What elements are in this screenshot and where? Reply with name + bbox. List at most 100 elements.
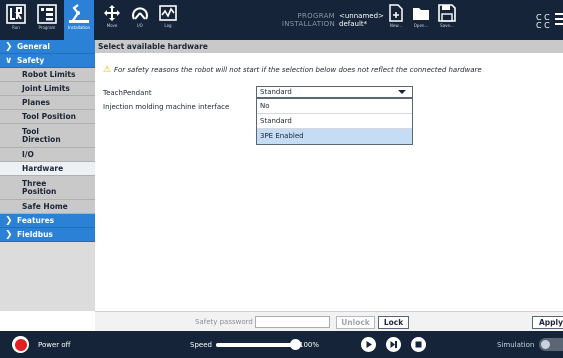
sidebar-item-planes[interactable]: Planes bbox=[0, 96, 95, 110]
installation-sidebar: ❯ General ∨ Safety Robot Limits Joint Li… bbox=[0, 40, 95, 311]
sidebar-item-tool-direction[interactable]: Tool Direction bbox=[0, 124, 95, 148]
sidebar-item-label: Safe Home bbox=[22, 202, 68, 211]
run-tab[interactable]: Run bbox=[2, 0, 30, 40]
new-button-label: New... bbox=[389, 23, 403, 28]
apply-button[interactable]: Apply bbox=[532, 316, 563, 329]
speed-slider[interactable] bbox=[216, 339, 301, 350]
option-standard[interactable]: Standard bbox=[257, 114, 412, 129]
speed-value: 100% bbox=[299, 341, 320, 349]
teachpendant-dropdown: No Standard 3PE Enabled bbox=[256, 98, 413, 145]
chevron-right-icon: ❯ bbox=[5, 215, 13, 226]
installation-value: default* bbox=[339, 20, 368, 28]
power-status-icon bbox=[14, 338, 27, 351]
stop-icon bbox=[415, 341, 422, 348]
play-icon bbox=[366, 341, 372, 348]
unlock-button[interactable]: Unlock bbox=[336, 316, 375, 329]
simulation-toggle-knob bbox=[541, 340, 550, 349]
app-window: Run Program Installation Move I/O Log PR… bbox=[0, 0, 563, 358]
robot-logo-icon bbox=[6, 4, 26, 24]
option-3pe-enabled[interactable]: 3PE Enabled bbox=[257, 129, 412, 144]
option-no[interactable]: No bbox=[257, 99, 412, 114]
safety-notice: ⚠ For safety reasons the robot will not … bbox=[103, 65, 482, 75]
sidebar-item-label: Planes bbox=[22, 98, 51, 107]
installation-tab[interactable]: Installation bbox=[64, 0, 94, 40]
program-tab[interactable]: Program bbox=[33, 0, 61, 40]
cc-indicator: C CC C bbox=[536, 13, 550, 30]
chevron-right-icon: ❯ bbox=[5, 229, 13, 240]
power-button[interactable] bbox=[12, 336, 29, 353]
speed-slider-fill bbox=[216, 343, 296, 347]
sidebar-item-label: I/O bbox=[22, 150, 34, 159]
installation-key: INSTALLATION bbox=[281, 20, 335, 28]
chevron-down-icon bbox=[398, 90, 406, 94]
sidebar-item-fieldbus[interactable]: ❯ Fieldbus bbox=[0, 228, 95, 242]
move-icon bbox=[104, 5, 120, 21]
program-icon bbox=[37, 4, 57, 24]
sidebar-item-label: General bbox=[17, 42, 50, 51]
sidebar-item-label: Robot Limits bbox=[22, 70, 76, 79]
play-button[interactable] bbox=[361, 337, 376, 352]
sidebar-item-io[interactable]: I/O bbox=[0, 148, 95, 162]
sidebar-item-safe-home[interactable]: Safe Home bbox=[0, 200, 95, 214]
chevron-down-icon: ∨ bbox=[5, 55, 13, 66]
installation-tab-label: Installation bbox=[67, 25, 91, 30]
speed-label: Speed bbox=[190, 341, 212, 349]
sidebar-item-label: Three Position bbox=[22, 178, 57, 196]
new-file-icon bbox=[389, 4, 403, 22]
program-value: <unnamed> bbox=[339, 12, 384, 20]
sidebar-item-label: Tool Position bbox=[22, 112, 76, 121]
select-value: Standard bbox=[260, 88, 292, 96]
installation-icon bbox=[69, 4, 89, 23]
step-button[interactable] bbox=[386, 337, 401, 352]
step-icon bbox=[390, 341, 397, 348]
hamburger-menu[interactable] bbox=[553, 10, 563, 31]
teachpendant-select[interactable]: Standard bbox=[256, 86, 413, 98]
sidebar-item-label: Features bbox=[17, 216, 55, 225]
open-folder-icon bbox=[413, 8, 429, 20]
hardware-panel: Select available hardware ⚠ For safety r… bbox=[95, 40, 563, 311]
sidebar-item-joint-limits[interactable]: Joint Limits bbox=[0, 82, 95, 96]
hamburger-icon bbox=[555, 13, 563, 25]
save-button[interactable]: Save... bbox=[436, 0, 458, 40]
page-title: Select available hardware bbox=[95, 40, 563, 53]
warning-icon: ⚠ bbox=[103, 65, 112, 75]
safety-notice-text: For safety reasons the robot will not st… bbox=[114, 66, 482, 74]
sidebar-item-three-position[interactable]: Three Position bbox=[0, 176, 95, 200]
program-key: PROGRAM bbox=[297, 12, 335, 20]
stop-button[interactable] bbox=[411, 337, 426, 352]
program-tab-label: Program bbox=[38, 25, 56, 30]
open-button-label: Open... bbox=[413, 23, 429, 28]
bottom-bar: Power off Speed 100% Simulation bbox=[0, 331, 563, 358]
top-bar: Run Program Installation Move I/O Log PR… bbox=[0, 0, 563, 40]
sidebar-item-safety[interactable]: ∨ Safety bbox=[0, 54, 95, 68]
io-icon bbox=[132, 7, 148, 20]
io-tab[interactable]: I/O bbox=[129, 0, 151, 40]
power-label: Power off bbox=[38, 341, 71, 349]
sidebar-item-hardware[interactable]: Hardware bbox=[0, 162, 95, 176]
simulation-toggle[interactable] bbox=[539, 338, 563, 351]
move-tab-label: Move bbox=[106, 23, 118, 28]
sidebar-item-general[interactable]: ❯ General bbox=[0, 40, 95, 54]
sidebar-item-label: Tool Direction bbox=[22, 126, 61, 144]
injection-molding-label: Injection molding machine interface bbox=[103, 103, 230, 111]
lock-button[interactable]: Lock bbox=[378, 316, 409, 329]
chevron-right-icon: ❯ bbox=[5, 41, 13, 52]
move-tab[interactable]: Move bbox=[101, 0, 123, 40]
safety-password-input[interactable] bbox=[255, 316, 330, 328]
sidebar-item-label: Joint Limits bbox=[22, 84, 70, 93]
sidebar-item-robot-limits[interactable]: Robot Limits bbox=[0, 68, 95, 82]
save-icon bbox=[438, 4, 456, 22]
sidebar-item-label: Hardware bbox=[22, 164, 64, 173]
save-button-label: Save... bbox=[440, 23, 454, 28]
io-tab-label: I/O bbox=[137, 23, 143, 28]
teachpendant-label: TeachPendant bbox=[103, 89, 152, 97]
sidebar-item-label: Fieldbus bbox=[17, 230, 53, 239]
sidebar-item-features[interactable]: ❯ Features bbox=[0, 214, 95, 228]
sidebar-item-tool-position[interactable]: Tool Position bbox=[0, 110, 95, 124]
safety-password-label: Safety password bbox=[195, 318, 253, 326]
safety-password-bar: Safety password Unlock Lock Apply bbox=[95, 311, 563, 331]
run-tab-label: Run bbox=[12, 25, 20, 30]
simulation-label: Simulation bbox=[497, 341, 535, 349]
open-button[interactable]: Open... bbox=[410, 0, 432, 40]
new-button[interactable]: New... bbox=[386, 0, 406, 40]
